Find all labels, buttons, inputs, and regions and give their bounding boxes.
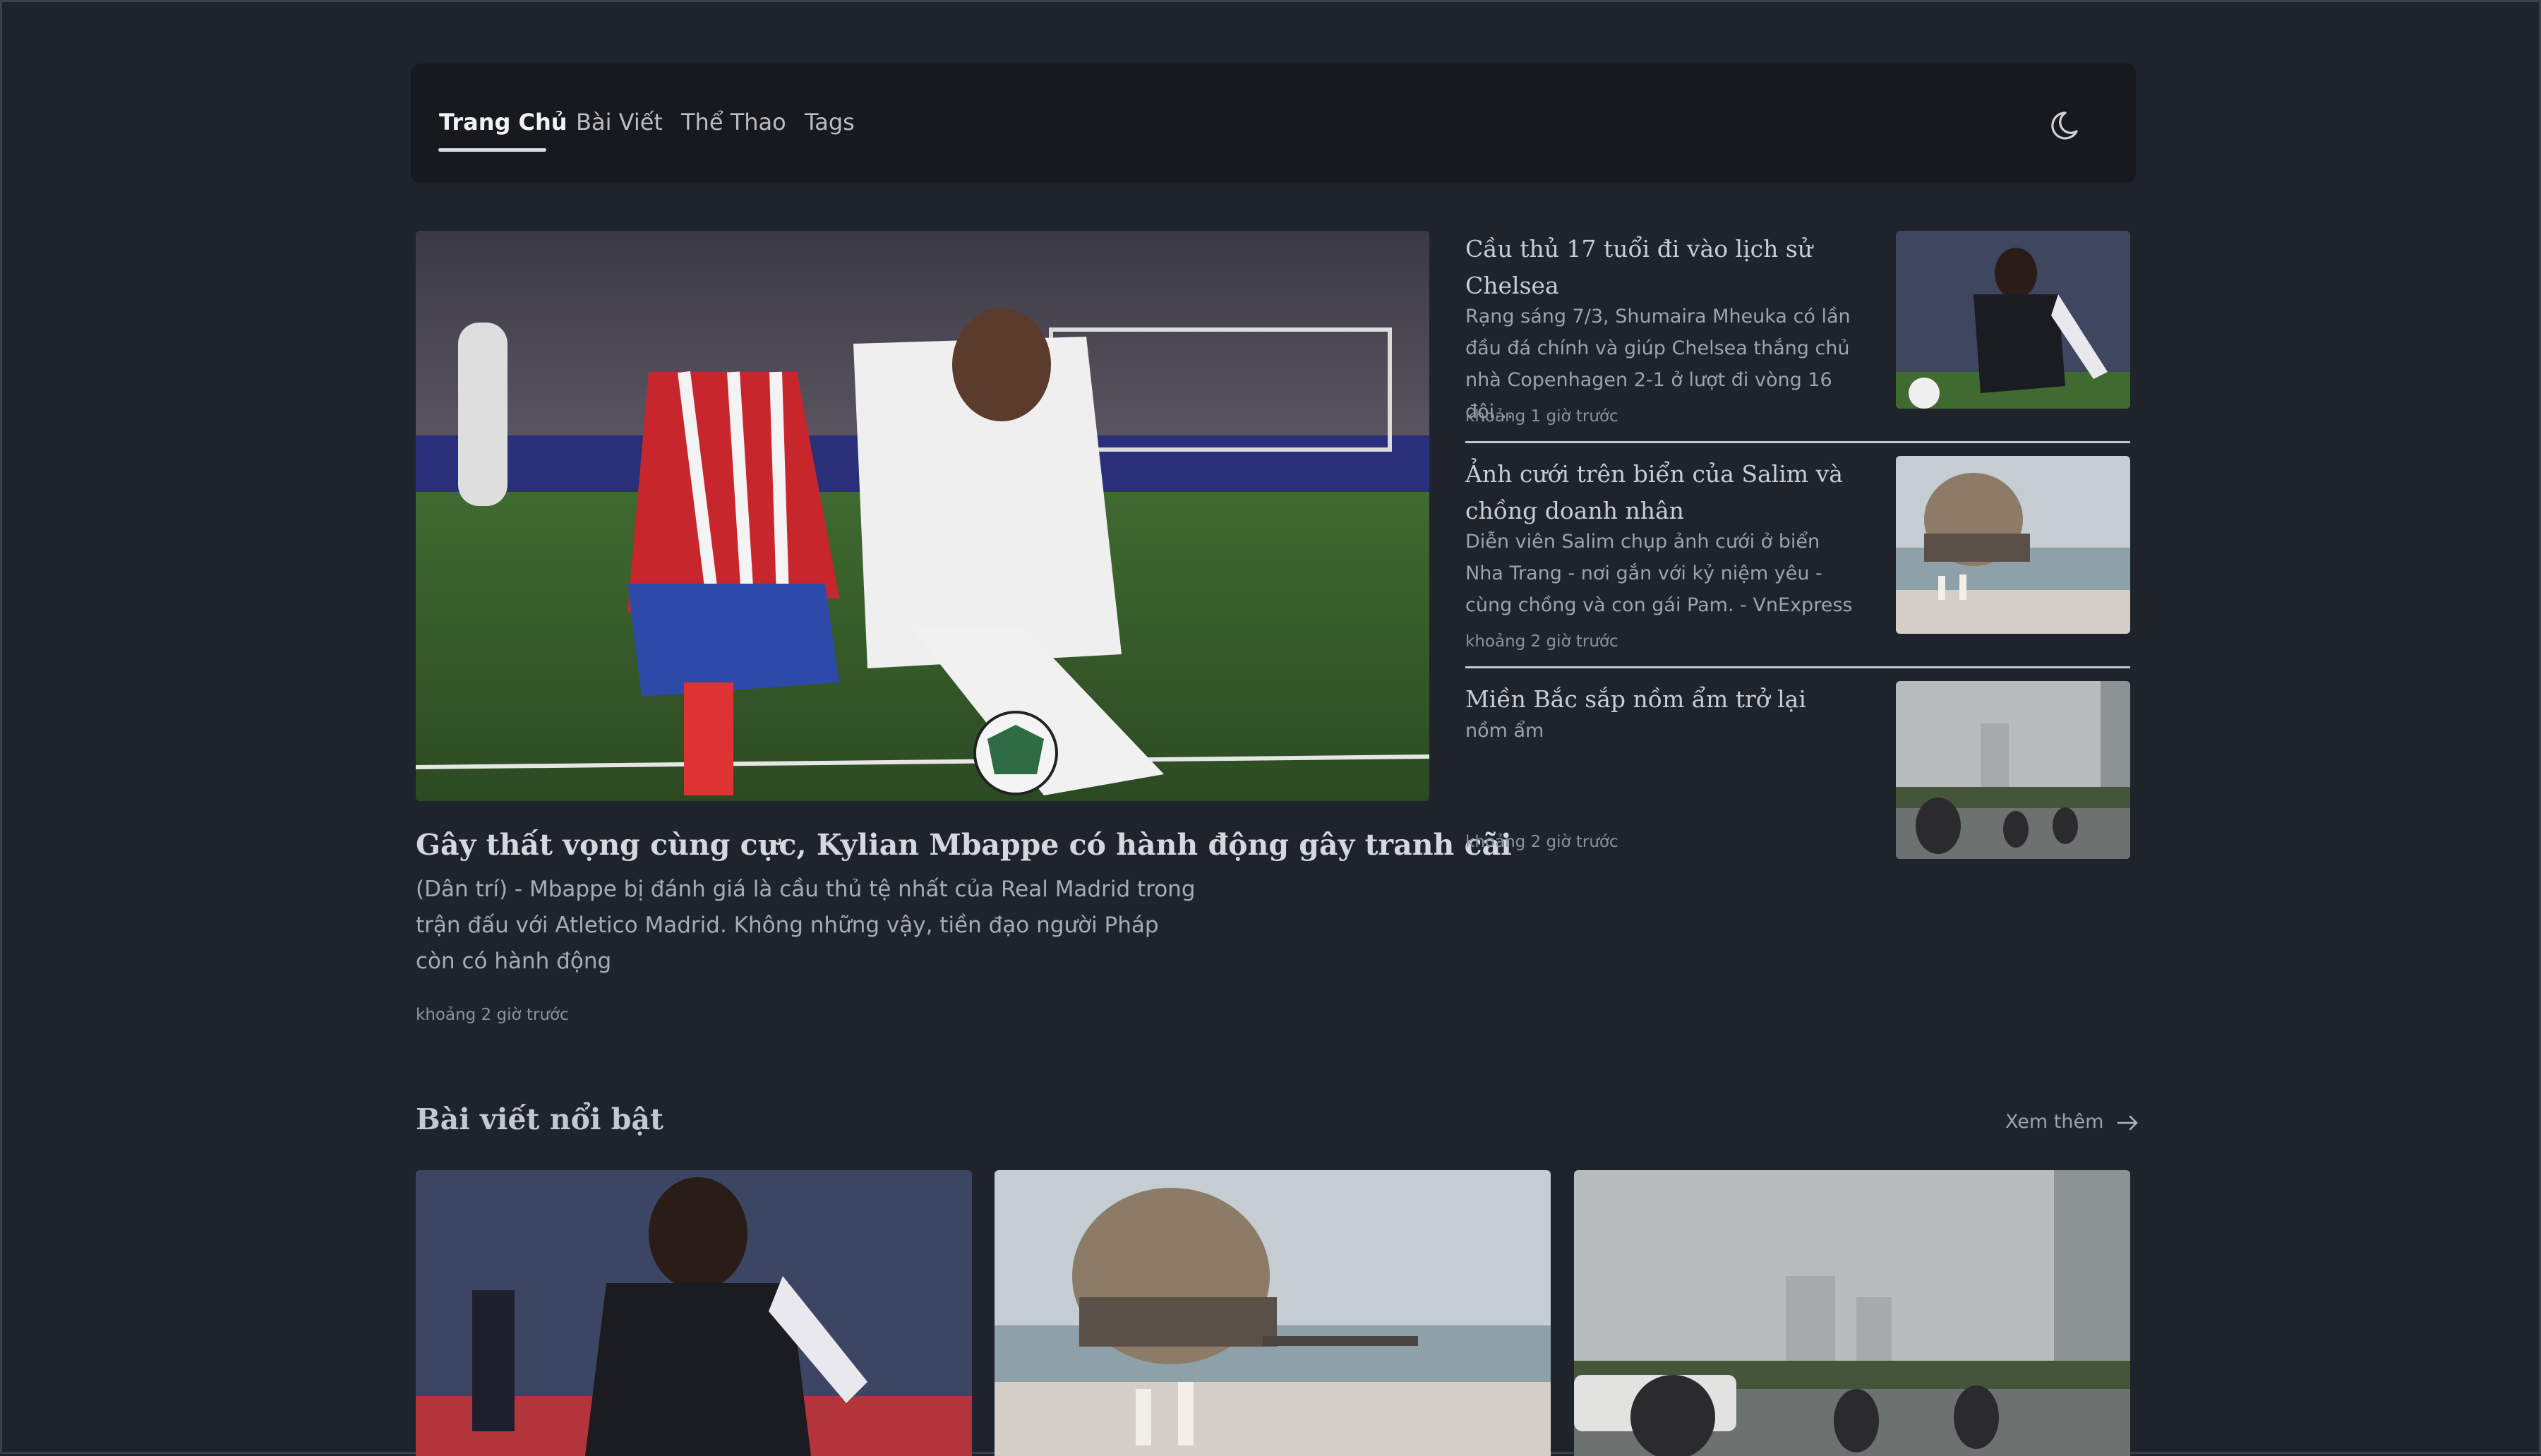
hero-image[interactable] (416, 231, 1429, 801)
side-article-time: khoảng 2 giờ trước (1465, 632, 1618, 651)
featured-card-image-2[interactable] (995, 1170, 1551, 1456)
side-article-time: khoảng 1 giờ trước (1465, 407, 1618, 426)
hero-description: (Dân trí) - Mbappe bị đánh giá là cầu th… (416, 877, 1196, 974)
moon-icon[interactable] (2048, 106, 2088, 145)
side-article-title[interactable]: Miền Bắc sắp nồm ẩm trở lại (1465, 681, 1861, 718)
active-tab-underline (438, 148, 546, 152)
side-article-1[interactable]: Cầu thủ 17 tuổi đi vào lịch sử Chelsea R… (1465, 231, 2130, 443)
side-article-thumbnail[interactable] (1896, 231, 2130, 409)
side-article-3[interactable]: Miền Bắc sắp nồm ẩm trở lại nồm ẩm khoản… (1465, 681, 2130, 893)
side-article-thumbnail[interactable] (1896, 456, 2130, 634)
side-article-thumbnail[interactable] (1896, 681, 2130, 859)
side-article-description: Diễn viên Salim chụp ảnh cưới ở biển Nha… (1465, 531, 1853, 616)
featured-section-title: Bài viết nổi bật (416, 1102, 663, 1136)
hero-title[interactable]: Gây thất vọng cùng cực, Kylian Mbappe có… (416, 828, 1512, 862)
nav-tab-home[interactable]: Trang Chủ (439, 109, 567, 136)
divider (1465, 441, 2130, 443)
nav-tab-sports[interactable]: Thể Thao (681, 109, 786, 136)
see-more-link[interactable]: Xem thêm (2005, 1111, 2139, 1133)
featured-card-image-3[interactable] (1574, 1170, 2130, 1456)
side-article-title[interactable]: Ảnh cưới trên biển của Salim và chồng do… (1465, 456, 1861, 529)
divider (1465, 666, 2130, 668)
side-article-title[interactable]: Cầu thủ 17 tuổi đi vào lịch sử Chelsea (1465, 231, 1861, 304)
featured-card-image-1[interactable] (416, 1170, 972, 1456)
arrow-right-icon (2117, 1115, 2138, 1130)
see-more-label: Xem thêm (2005, 1111, 2104, 1133)
nav-tab-tags[interactable]: Tags (805, 109, 855, 136)
hero-time: khoảng 2 giờ trước (416, 1006, 569, 1024)
side-article-description: nồm ẩm (1465, 720, 1544, 742)
side-article-2[interactable]: Ảnh cưới trên biển của Salim và chồng do… (1465, 456, 2130, 668)
nav-tab-articles[interactable]: Bài Viết (576, 109, 663, 136)
side-article-time: khoảng 2 giờ trước (1465, 833, 1618, 851)
top-navbar: Trang Chủ Bài Viết Thể Thao Tags (411, 64, 2136, 183)
